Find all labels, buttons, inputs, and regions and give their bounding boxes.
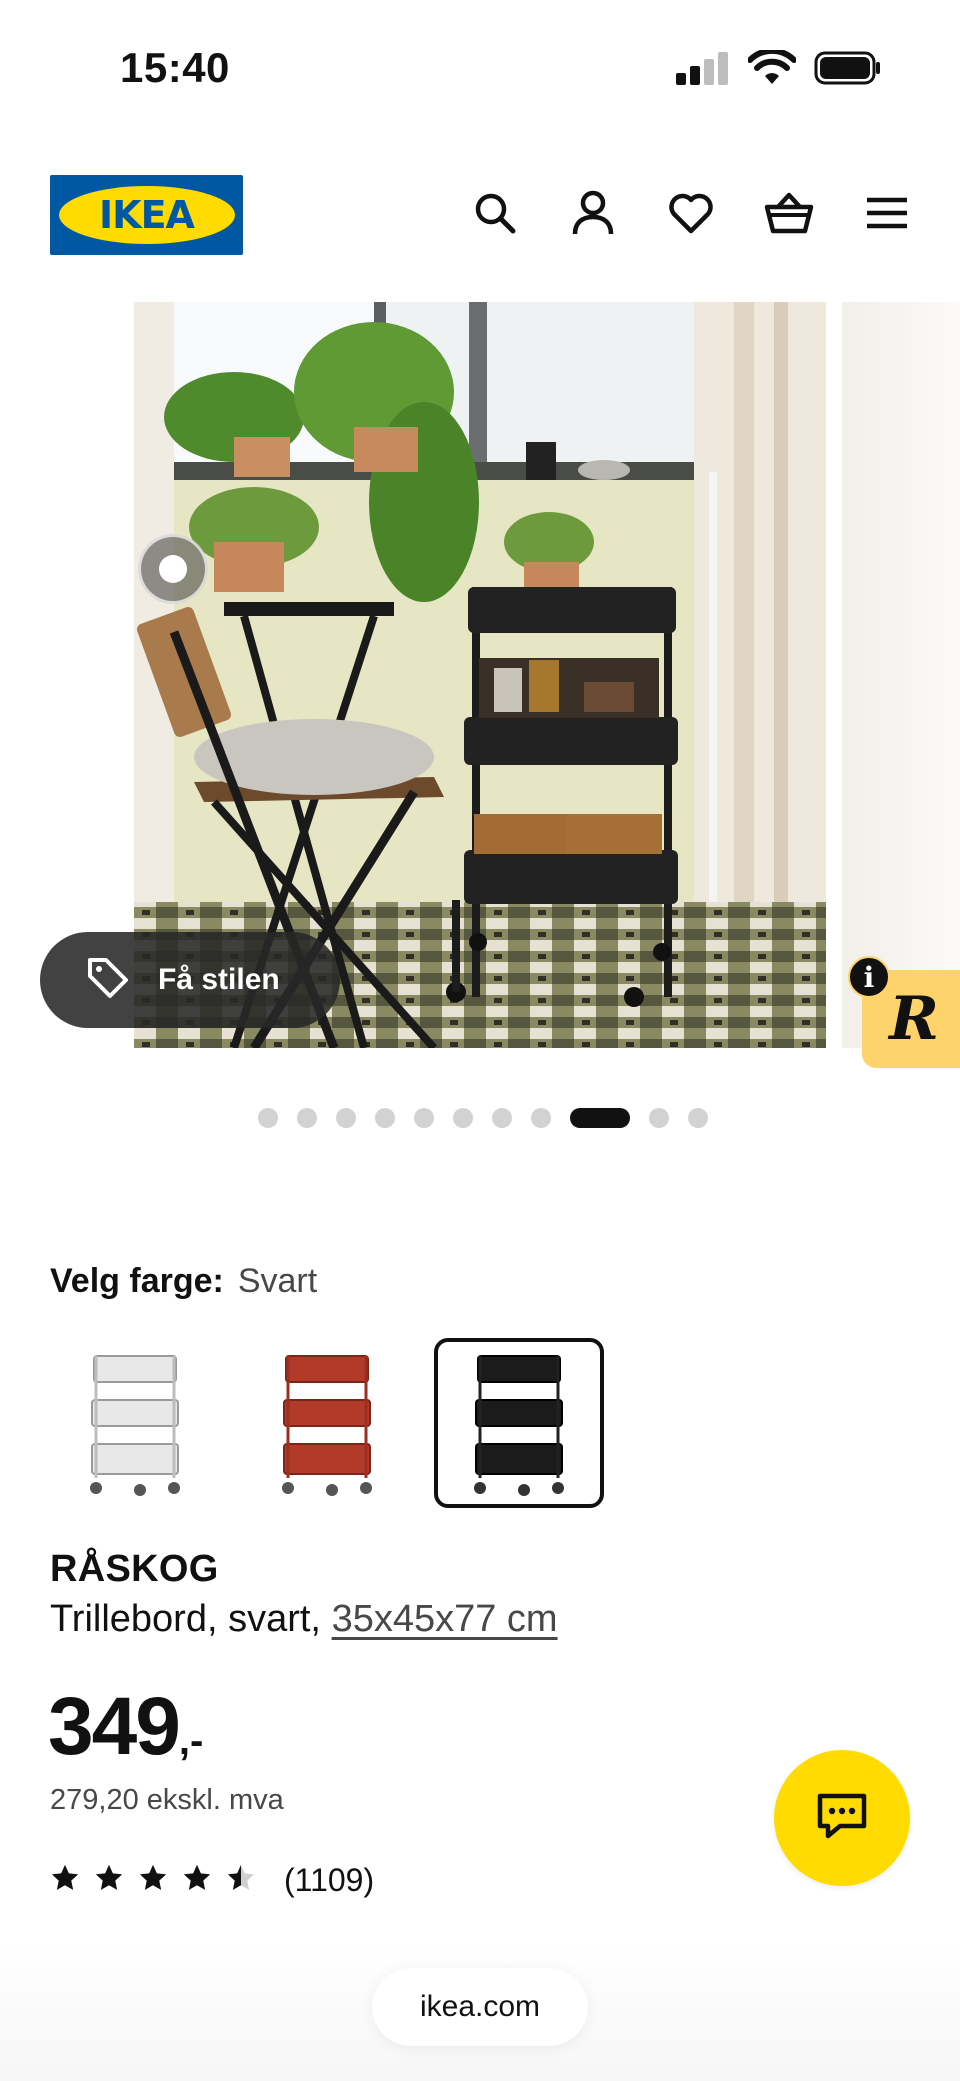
- star-icon: [94, 1863, 124, 1898]
- color-label: Velg farge:: [50, 1262, 224, 1300]
- pager-dot[interactable]: [492, 1108, 512, 1128]
- ikea-logo[interactable]: IKEA: [50, 175, 243, 255]
- rating-stars: [50, 1863, 256, 1898]
- pager-dot[interactable]: [414, 1108, 434, 1128]
- chat-icon: [814, 1790, 870, 1847]
- product-gallery[interactable]: Få stilen R i: [0, 302, 960, 1068]
- price: 349,-: [48, 1680, 203, 1774]
- signal-icon: [674, 51, 730, 90]
- color-swatch-red[interactable]: [242, 1338, 412, 1508]
- gallery-pager: [0, 1106, 960, 1130]
- product-hotspot[interactable]: [138, 534, 208, 604]
- pager-dot[interactable]: [336, 1108, 356, 1128]
- star-icon: [226, 1863, 256, 1898]
- pager-dot[interactable]: [297, 1108, 317, 1128]
- rating-count: (1109): [284, 1862, 375, 1898]
- tag-icon: [84, 954, 132, 1007]
- selected-color: Svart: [237, 1262, 318, 1300]
- search-icon[interactable]: [470, 188, 520, 238]
- logo-text: IKEA: [99, 193, 195, 237]
- color-selector-label: Velg farge: Svart: [50, 1262, 317, 1301]
- pager-dot[interactable]: [258, 1108, 278, 1128]
- heart-icon[interactable]: [666, 188, 716, 238]
- pager-dot[interactable]: [688, 1108, 708, 1128]
- chat-button[interactable]: [774, 1750, 910, 1886]
- status-icons: [674, 47, 882, 91]
- partner-badge-letter: R: [889, 984, 939, 1054]
- product-rating[interactable]: (1109): [50, 1862, 374, 1899]
- basket-icon[interactable]: [764, 188, 814, 238]
- pager-dot[interactable]: [531, 1108, 551, 1128]
- info-icon[interactable]: i: [848, 956, 890, 998]
- status-bar: 15:40: [0, 0, 960, 130]
- pager-dot[interactable]: [649, 1108, 669, 1128]
- site-header: IKEA: [0, 160, 960, 270]
- color-swatch-black[interactable]: [434, 1338, 604, 1508]
- pager-dot[interactable]: [453, 1108, 473, 1128]
- price-ex-vat: 279,20 ekskl. mva: [50, 1784, 284, 1816]
- product-description: Trillebord, svart, 35x45x77 cm: [50, 1598, 558, 1641]
- menu-icon[interactable]: [862, 188, 912, 238]
- color-swatches: [50, 1338, 604, 1508]
- header-actions: [470, 188, 912, 238]
- logo-oval: IKEA: [58, 186, 235, 244]
- get-the-style-label: Få stilen: [158, 963, 280, 996]
- user-icon[interactable]: [568, 188, 618, 238]
- star-icon: [138, 1863, 168, 1898]
- price-integer: 349: [48, 1681, 181, 1772]
- price-decimal: ,-: [178, 1719, 204, 1763]
- product-name: RÅSKOG: [50, 1548, 219, 1590]
- pager-dot[interactable]: [570, 1108, 630, 1128]
- product-type: Trillebord, svart,: [50, 1598, 332, 1640]
- product-measurements-link[interactable]: 35x45x77 cm: [332, 1598, 558, 1640]
- pager-dot[interactable]: [375, 1108, 395, 1128]
- star-icon: [182, 1863, 212, 1898]
- get-the-style-button[interactable]: Få stilen: [40, 932, 340, 1028]
- star-icon: [50, 1863, 80, 1898]
- status-time: 15:40: [120, 44, 230, 91]
- color-swatch-white[interactable]: [50, 1338, 220, 1508]
- battery-icon: [814, 51, 882, 90]
- hotspot-dot: [159, 555, 187, 583]
- url-bar[interactable]: ikea.com: [372, 1968, 588, 2046]
- next-image-peek[interactable]: [842, 302, 960, 1048]
- wifi-icon: [747, 47, 797, 91]
